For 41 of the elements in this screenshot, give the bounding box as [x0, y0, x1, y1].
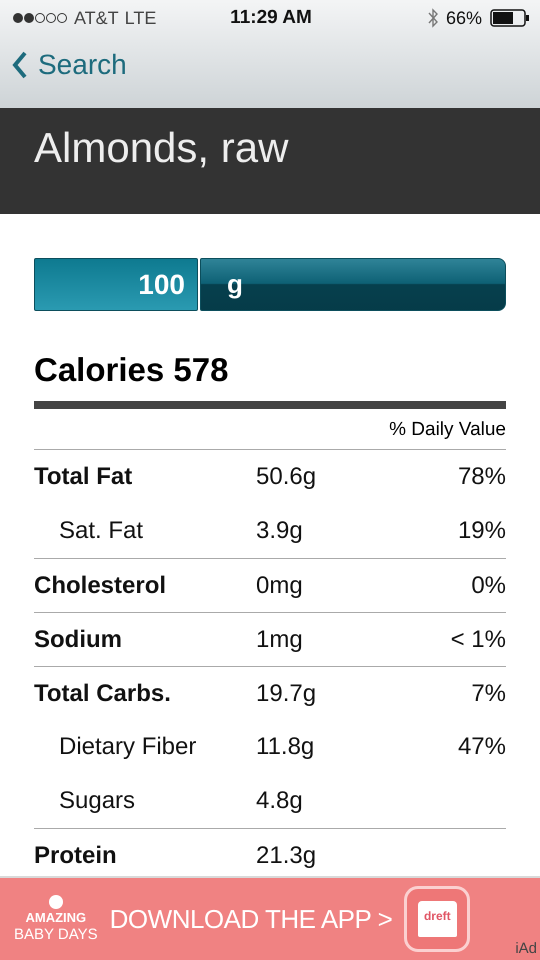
- nutrient-name: Sugars: [58, 787, 136, 815]
- serving-unit[interactable]: g: [200, 258, 506, 311]
- brand-name: BABY DAYS: [14, 926, 98, 943]
- serving-amount[interactable]: 100: [34, 258, 198, 311]
- nutrient-amount: 21.3g: [256, 842, 318, 870]
- carrier-name: AT&T: [74, 8, 119, 28]
- back-chevron-icon: [12, 51, 28, 79]
- nutrient-name: Total Carbs.: [34, 680, 172, 708]
- signal-icon: [12, 12, 68, 24]
- nutrient-amount: 50.6g: [256, 463, 318, 491]
- nutrient-name: Protein: [34, 842, 118, 870]
- battery-icon: [490, 9, 530, 27]
- nutrient-name: Dietary Fiber: [58, 733, 198, 761]
- bluetooth-icon: [428, 8, 438, 28]
- nutrient-name: Sodium: [34, 626, 123, 654]
- nutrient-name: Sat. Fat: [58, 517, 144, 545]
- daily-value: 47%: [458, 733, 506, 760]
- nutrient-name: Cholesterol: [34, 572, 168, 600]
- daily-value: 78%: [458, 463, 506, 490]
- nutrient-amount: 1mg: [256, 626, 304, 654]
- nutrient-amount: 4.8g: [256, 787, 304, 815]
- battery-percent: 66%: [446, 8, 482, 28]
- calories-heading: Calories 578: [34, 351, 506, 409]
- nutrient-amount: 3.9g: [256, 517, 304, 545]
- app-icon: dreft: [404, 886, 470, 952]
- clock: 11:29 AM: [230, 7, 312, 29]
- nutrient-amount: 19.7g: [256, 680, 318, 708]
- daily-value: 19%: [458, 517, 506, 544]
- ad-network-label: iAd: [515, 940, 537, 957]
- daily-value: < 1%: [450, 626, 506, 652]
- brand-name: AMAZING: [25, 910, 86, 925]
- food-title: Almonds, raw: [34, 124, 288, 172]
- nutrient-amount: 11.8g: [256, 733, 316, 761]
- nutrient-name: Total Fat: [34, 463, 134, 491]
- daily-value: 7%: [471, 680, 506, 706]
- nutrient-amount: 0mg: [256, 572, 304, 600]
- daily-value: 0%: [471, 572, 506, 598]
- network-type: LTE: [124, 8, 156, 28]
- back-button[interactable]: Search: [12, 49, 127, 81]
- daily-value-heading: % Daily Value: [34, 409, 506, 450]
- ad-headline: DOWNLOAD THE APP >: [110, 904, 392, 934]
